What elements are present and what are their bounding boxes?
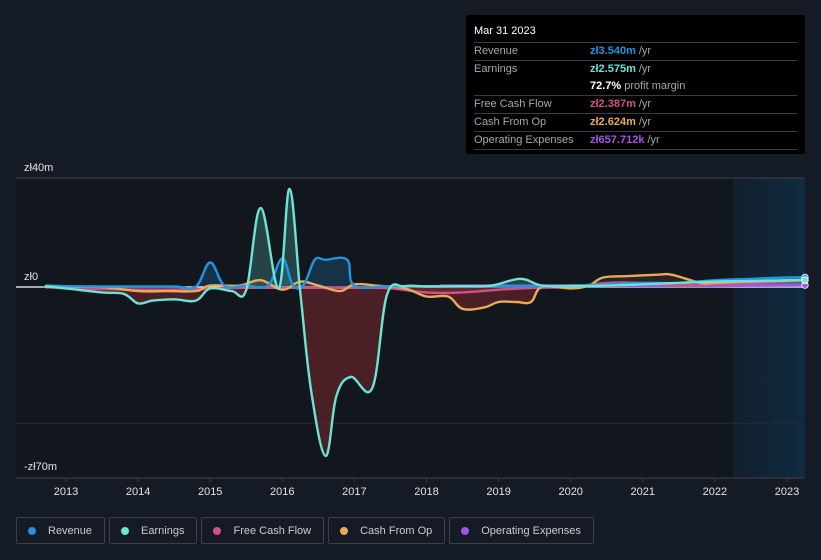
end-markers [801, 273, 809, 289]
legend-label: Revenue [48, 524, 93, 537]
tooltip-unit: /yr [638, 45, 652, 57]
tooltip-value: 72.7% [590, 80, 622, 92]
x-tick-label: 2013 [54, 486, 78, 498]
tooltip-row-earnings: Earnings zł2.575m /yr [474, 61, 797, 78]
x-tick-label: 2015 [198, 486, 222, 498]
legend-dot-icon [121, 526, 130, 535]
tooltip-value: zł2.387m [590, 98, 636, 110]
legend-item-cash-from-op[interactable]: Cash From Op [328, 517, 446, 544]
x-tick-label: 2017 [342, 486, 366, 498]
legend-dot-icon [340, 526, 349, 535]
tooltip-row-cash-from-op: Cash From Op zł2.624m /yr [474, 114, 797, 132]
y-tick-label: -zł70m [24, 461, 57, 473]
tooltip-label: Cash From Op [474, 116, 547, 128]
legend-dot-icon [28, 526, 36, 535]
legend-item-revenue[interactable]: Revenue [16, 517, 106, 544]
tooltip-label: Free Cash Flow [474, 98, 552, 110]
legend-label: Earnings [141, 524, 185, 537]
tooltip-unit: /yr [638, 116, 652, 128]
tooltip-label [474, 78, 590, 95]
x-tick-label: 2014 [126, 486, 150, 498]
legend-item-operating-expenses[interactable]: Operating Expenses [449, 517, 594, 544]
end-marker-earnings [801, 276, 809, 284]
x-tick-label: 2022 [703, 486, 727, 498]
tooltip-label: Operating Expenses [474, 134, 574, 146]
legend-dot-icon [213, 526, 222, 535]
plot-background [16, 178, 805, 478]
x-tick-label: 2018 [414, 486, 438, 498]
legend-dot-icon [461, 526, 470, 535]
tooltip-unit: /yr [647, 134, 660, 146]
tooltip-row-profit-margin: 72.7% profit margin [474, 78, 797, 96]
legend-label: Free Cash Flow [233, 524, 312, 537]
x-tick-label: 2021 [631, 486, 655, 498]
legend-label: Operating Expenses [481, 524, 581, 537]
tooltip-row-revenue: Revenue zł3.540m /yr [474, 43, 797, 61]
tooltip-value: zł657.712k [590, 134, 645, 146]
legend: Revenue Earnings Free Cash Flow Cash Fro… [16, 517, 594, 544]
tooltip-value: zł2.624m [590, 116, 636, 128]
tooltip-value: zł3.540m [590, 45, 636, 57]
x-tick-label: 2023 [775, 486, 799, 498]
tooltip-unit: profit margin [624, 80, 686, 92]
forecast-highlight-region [732, 178, 805, 478]
tooltip-label: Revenue [474, 45, 519, 57]
tooltip-date: Mar 31 2023 [474, 23, 797, 43]
y-tick-label: zł0 [24, 271, 38, 283]
x-tick-label: 2016 [270, 486, 294, 498]
tooltip-unit: /yr [638, 63, 652, 75]
tooltip-unit: /yr [638, 98, 652, 110]
y-tick-label: zł40m [24, 162, 53, 174]
legend-item-earnings[interactable]: Earnings [109, 517, 198, 544]
tooltip-panel: Mar 31 2023 Revenue zł3.540m /yr Earning… [466, 15, 805, 154]
x-tick-label: 2019 [486, 486, 510, 498]
legend-item-free-cash-flow[interactable]: Free Cash Flow [201, 517, 325, 544]
x-tick-label: 2020 [558, 486, 582, 498]
tooltip-value: zł2.575m [590, 63, 636, 75]
legend-label: Cash From Op [360, 524, 433, 537]
tooltip-row-free-cash-flow: Free Cash Flow zł2.387m /yr [474, 96, 797, 114]
tooltip-label: Earnings [474, 63, 518, 75]
tooltip-row-operating-expenses: Operating Expenses zł657.712k /yr [474, 132, 797, 150]
x-axis-ticks: 2013 2014 2015 2016 2017 2018 2019 2020 2021 2022… [54, 478, 799, 498]
